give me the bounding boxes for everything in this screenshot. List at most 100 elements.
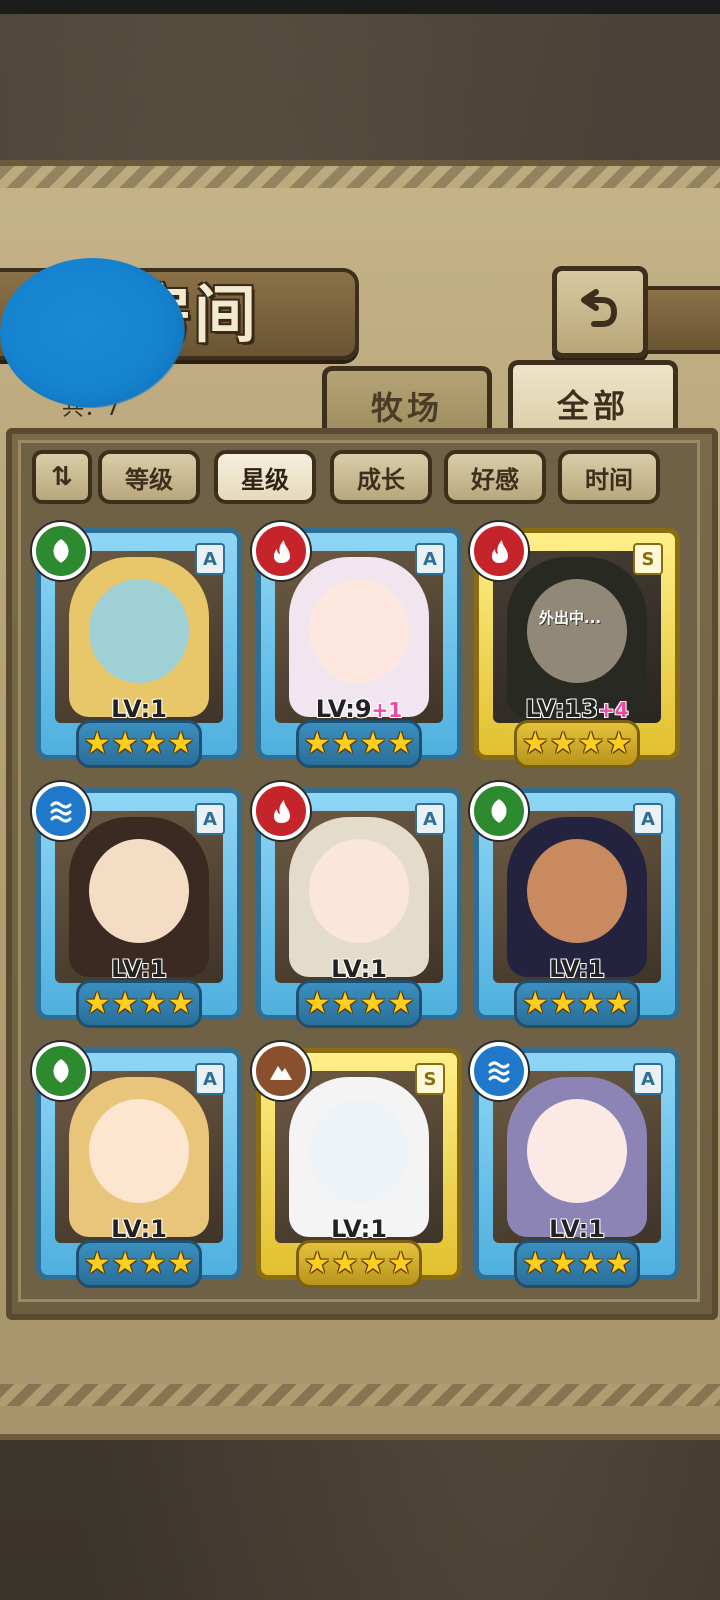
star-icon: ★ xyxy=(83,1246,111,1281)
back-button[interactable] xyxy=(552,266,648,358)
level-value: LV:1 xyxy=(549,955,605,983)
panel-border-top xyxy=(0,166,720,188)
fire-element-icon xyxy=(252,782,310,840)
star-icon: ★ xyxy=(549,986,577,1021)
star-icon: ★ xyxy=(577,986,605,1021)
level-bonus: +1 xyxy=(371,698,403,722)
rank-badge: A xyxy=(633,1063,663,1095)
star-icon: ★ xyxy=(359,986,387,1021)
star-icon: ★ xyxy=(387,1246,415,1281)
sort-order-toggle[interactable]: ⇅ xyxy=(32,450,92,504)
portrait-face xyxy=(527,1099,627,1203)
star-icon: ★ xyxy=(83,986,111,1021)
star-icon: ★ xyxy=(139,726,167,761)
water-element-icon xyxy=(32,782,90,840)
level-value: LV:1 xyxy=(111,695,167,723)
star-rating: ★ ★ ★ ★ xyxy=(296,980,422,1028)
star-icon: ★ xyxy=(521,726,549,761)
star-icon: ★ xyxy=(303,1246,331,1281)
character-card[interactable]: A LV:1 ★ ★ ★ ★ xyxy=(32,522,242,778)
portrait-face xyxy=(89,1099,189,1203)
level-label: LV:1 xyxy=(41,1215,237,1243)
rank-badge: S xyxy=(633,543,663,575)
water-element-icon xyxy=(470,1042,528,1100)
portrait-face xyxy=(309,1099,409,1203)
star-rating: ★ ★ ★ ★ xyxy=(76,720,202,768)
sort-star-button[interactable]: 星级 xyxy=(214,450,316,504)
leaf-element-icon xyxy=(470,782,528,840)
leaf-element-icon xyxy=(32,1042,90,1100)
fire-element-icon xyxy=(252,522,310,580)
star-icon: ★ xyxy=(605,986,633,1021)
level-value: LV:9 xyxy=(315,695,372,723)
panel-border-bottom xyxy=(0,1384,720,1406)
star-rating: ★ ★ ★ ★ xyxy=(76,980,202,1028)
character-card[interactable]: S LV:1 ★ ★ ★ ★ xyxy=(252,1042,462,1298)
character-card[interactable]: A LV:1 ★ ★ ★ ★ xyxy=(470,782,680,1038)
sort-affection-button[interactable]: 好感 xyxy=(444,450,546,504)
redaction-scribble xyxy=(0,258,185,408)
level-value: LV:1 xyxy=(111,1215,167,1243)
star-icon: ★ xyxy=(111,1246,139,1281)
level-value: LV:1 xyxy=(549,1215,605,1243)
star-icon: ★ xyxy=(167,1246,195,1281)
star-rating: ★ ★ ★ ★ xyxy=(514,1240,640,1288)
portrait-face xyxy=(309,839,409,943)
portrait-face xyxy=(89,579,189,683)
rank-badge: A xyxy=(195,803,225,835)
portrait-face xyxy=(89,839,189,943)
level-label: LV:13+4 xyxy=(479,695,675,723)
sort-growth-button[interactable]: 成长 xyxy=(330,450,432,504)
character-card[interactable]: S 外出中... LV:13+4 ★ ★ ★ ★ xyxy=(470,522,680,778)
character-card[interactable]: A LV:1 ★ ★ ★ ★ xyxy=(252,782,462,1038)
leaf-element-icon xyxy=(32,522,90,580)
star-rating: ★ ★ ★ ★ xyxy=(296,720,422,768)
character-card[interactable]: A LV:1 ★ ★ ★ ★ xyxy=(32,782,242,1038)
return-arrow-icon xyxy=(581,289,618,327)
star-icon: ★ xyxy=(359,1246,387,1281)
star-icon: ★ xyxy=(303,726,331,761)
star-icon: ★ xyxy=(303,986,331,1021)
sort-level-button[interactable]: 等级 xyxy=(98,450,200,504)
star-icon: ★ xyxy=(549,726,577,761)
level-label: LV:1 xyxy=(479,955,675,983)
level-label: LV:9+1 xyxy=(261,695,457,723)
rank-badge: A xyxy=(195,543,225,575)
star-icon: ★ xyxy=(605,726,633,761)
level-label: LV:1 xyxy=(41,955,237,983)
star-rating: ★ ★ ★ ★ xyxy=(514,980,640,1028)
level-label: LV:1 xyxy=(261,1215,457,1243)
level-bonus: +4 xyxy=(597,698,629,722)
rank-badge: A xyxy=(195,1063,225,1095)
star-icon: ★ xyxy=(331,726,359,761)
earth-element-icon xyxy=(252,1042,310,1100)
sort-time-button[interactable]: 时间 xyxy=(558,450,660,504)
portrait-face xyxy=(527,579,627,683)
status-bar xyxy=(0,0,720,14)
back-button-tail xyxy=(636,286,720,354)
star-icon: ★ xyxy=(83,726,111,761)
character-card[interactable]: A LV:9+1 ★ ★ ★ ★ xyxy=(252,522,462,778)
level-label: LV:1 xyxy=(479,1215,675,1243)
level-label: LV:1 xyxy=(261,955,457,983)
star-icon: ★ xyxy=(139,1246,167,1281)
star-icon: ★ xyxy=(521,986,549,1021)
star-rating: ★ ★ ★ ★ xyxy=(296,1240,422,1288)
star-rating: ★ ★ ★ ★ xyxy=(76,1240,202,1288)
portrait-face xyxy=(309,579,409,683)
character-card[interactable]: A LV:1 ★ ★ ★ ★ xyxy=(32,1042,242,1298)
level-value: LV:13 xyxy=(525,695,598,723)
star-icon: ★ xyxy=(111,986,139,1021)
level-value: LV:1 xyxy=(331,955,387,983)
star-icon: ★ xyxy=(331,986,359,1021)
star-icon: ★ xyxy=(331,1246,359,1281)
star-icon: ★ xyxy=(359,726,387,761)
rank-badge: S xyxy=(415,1063,445,1095)
star-icon: ★ xyxy=(577,726,605,761)
character-card[interactable]: A LV:1 ★ ★ ★ ★ xyxy=(470,1042,680,1298)
star-icon: ★ xyxy=(139,986,167,1021)
star-icon: ★ xyxy=(387,726,415,761)
status-label: 外出中... xyxy=(539,609,602,627)
portrait-face xyxy=(527,839,627,943)
star-icon: ★ xyxy=(577,1246,605,1281)
